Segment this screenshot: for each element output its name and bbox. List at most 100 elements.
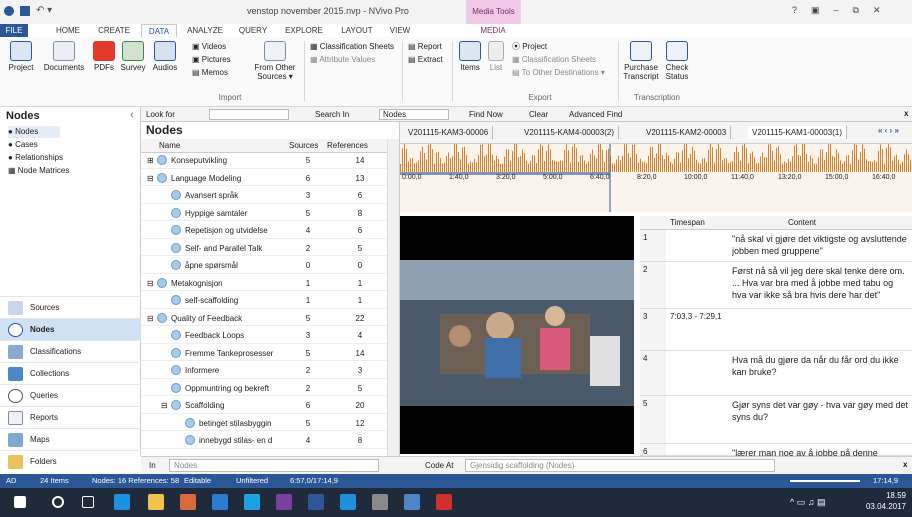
- collapse-icon[interactable]: ‹: [130, 109, 134, 121]
- tab-file[interactable]: FILE: [0, 24, 28, 37]
- minimize-icon[interactable]: –: [834, 5, 853, 15]
- close-icon[interactable]: ✕: [873, 5, 895, 15]
- node-row[interactable]: innebygd stilas- en d 4 8: [141, 433, 387, 449]
- code-at-input[interactable]: Gjensidig scaffolding (Nodes): [465, 459, 775, 472]
- nav-folders[interactable]: Folders: [0, 450, 141, 469]
- pdfs-button[interactable]: PDFs: [90, 41, 118, 72]
- tab-explore[interactable]: EXPLORE: [280, 24, 328, 37]
- col-name[interactable]: Name: [159, 141, 180, 150]
- transcript-row[interactable]: 2 Først nå så vil jeg dere skal tenke der…: [640, 262, 912, 309]
- help-icon[interactable]: ?: [792, 5, 811, 15]
- nav-classifications[interactable]: Classifications: [0, 340, 141, 362]
- col-sources[interactable]: Sources: [289, 141, 318, 150]
- nav-item-nodes[interactable]: ● Nodes: [8, 126, 60, 138]
- classification-sheets-button[interactable]: ▦ Classification Sheets: [310, 41, 394, 52]
- expander-icon[interactable]: ⊟: [147, 276, 154, 291]
- node-row[interactable]: ⊟ Scaffolding 6 20: [141, 398, 387, 414]
- transcript-row[interactable]: 3 7:03,3 - 7:29,1: [640, 309, 912, 351]
- extract-button[interactable]: ▤ Extract: [408, 54, 443, 65]
- node-row[interactable]: self-scaffolding 1 1: [141, 293, 387, 309]
- expander-icon[interactable]: ⊞: [147, 153, 154, 168]
- clear-button[interactable]: Clear: [529, 110, 548, 119]
- tab-layout[interactable]: LAYOUT: [335, 24, 379, 37]
- survey-button[interactable]: Survey: [118, 41, 148, 72]
- undo-icon[interactable]: ↶ ▾: [36, 5, 52, 16]
- node-row[interactable]: Hyppige samtaler 5 8: [141, 206, 387, 221]
- waveform[interactable]: 0:00,0 1:40,0 3:20,0 5:00,0 6:40,0 8:20,0 10:0…: [400, 140, 912, 212]
- audios-button[interactable]: Audios: [150, 41, 180, 72]
- to-other-destinations-button[interactable]: ▤ To Other Destinations ▾: [512, 67, 605, 78]
- list-button[interactable]: List: [484, 41, 508, 72]
- task-view-icon[interactable]: [82, 496, 94, 508]
- tab-analyze[interactable]: ANALYZE: [182, 24, 228, 37]
- tab-create[interactable]: CREATE: [94, 24, 134, 37]
- documents-button[interactable]: Documents: [40, 41, 88, 72]
- ribbon-display-icon[interactable]: ▣: [811, 5, 834, 15]
- expander-icon[interactable]: ⊟: [161, 398, 168, 413]
- nav-item-cases[interactable]: ● Cases: [8, 139, 38, 151]
- node-row[interactable]: Avansert språk 3 6: [141, 188, 387, 204]
- project-button[interactable]: Project: [4, 41, 38, 72]
- nav-sources[interactable]: Sources: [0, 296, 141, 318]
- check-status-button[interactable]: Check Status: [662, 41, 692, 81]
- nvivo-taskbar-icon[interactable]: [404, 494, 420, 510]
- node-row[interactable]: Informere 2 3: [141, 363, 387, 379]
- node-row[interactable]: åpne spørsmål 0 0: [141, 258, 387, 274]
- look-for-input[interactable]: [209, 109, 289, 120]
- memos-button[interactable]: ▤ Memos: [192, 67, 228, 78]
- media-tab-4[interactable]: V201115-KAM1-00003(1): [748, 126, 847, 139]
- node-row[interactable]: ⊟ Language Modeling 6 13: [141, 171, 387, 186]
- expander-icon[interactable]: ⊟: [147, 311, 154, 326]
- nav-maps[interactable]: Maps: [0, 428, 141, 450]
- node-row[interactable]: Fremme Tankeprosesser 5 14: [141, 346, 387, 361]
- skype-icon[interactable]: [244, 494, 260, 510]
- tray-icons[interactable]: ^ ▭ ♫ ▤: [790, 497, 825, 508]
- window-controls[interactable]: ?▣–⧉✕: [792, 5, 895, 16]
- nav-queries[interactable]: Queries: [0, 384, 141, 406]
- node-row[interactable]: Self- and Parallel Talk 2 5: [141, 241, 387, 256]
- store-icon[interactable]: [180, 494, 196, 510]
- report-button[interactable]: ▤ Report: [408, 41, 442, 52]
- word-icon[interactable]: [308, 494, 324, 510]
- ie-icon[interactable]: [340, 494, 356, 510]
- attribute-values-button[interactable]: ▦ Attribute Values: [310, 54, 375, 65]
- items-button[interactable]: Items: [456, 41, 484, 72]
- pdf-reader-icon[interactable]: [436, 494, 452, 510]
- close-coding-bar[interactable]: x: [903, 460, 907, 469]
- search-icon[interactable]: [52, 496, 64, 508]
- col-timespan[interactable]: Timespan: [670, 218, 705, 227]
- save-icon[interactable]: [20, 6, 30, 16]
- col-references[interactable]: References: [327, 141, 368, 150]
- purchase-transcript-button[interactable]: Purchase Transcript: [621, 41, 661, 81]
- windows-start-icon[interactable]: [14, 496, 26, 508]
- media-tab-3[interactable]: V201115-KAM2-00003: [642, 126, 732, 139]
- onenote-icon[interactable]: [276, 494, 292, 510]
- in-select[interactable]: Nodes: [169, 459, 379, 472]
- video-player[interactable]: [400, 216, 634, 454]
- from-other-sources-button[interactable]: From Other Sources ▾: [250, 41, 300, 81]
- node-row[interactable]: ⊟ Metakognisjon 1 1: [141, 276, 387, 291]
- export-project-button[interactable]: ⦿ Project: [512, 41, 547, 52]
- node-row[interactable]: Feedback Loops 3 4: [141, 328, 387, 344]
- tab-data[interactable]: DATA: [141, 24, 177, 37]
- find-now-button[interactable]: Find Now: [469, 110, 503, 119]
- nav-item-relationships[interactable]: ● Relationships: [8, 152, 63, 164]
- transcript-row[interactable]: 6 "lærer man noe av å jobbe på denne: [640, 444, 912, 456]
- restore-icon[interactable]: ⧉: [853, 5, 873, 15]
- tab-media[interactable]: MEDIA: [472, 24, 514, 37]
- expander-icon[interactable]: ⊟: [147, 171, 154, 186]
- videos-button[interactable]: ▣ Videos: [192, 41, 226, 52]
- transcript-row[interactable]: 5 Gjør syns det var gøy - hva var gøy med…: [640, 396, 912, 444]
- tab-scroll-icon[interactable]: « ‹ › »: [878, 126, 899, 135]
- media-tab-1[interactable]: V201115-KAM3-00006: [404, 126, 494, 139]
- tab-view[interactable]: VIEW: [384, 24, 416, 37]
- node-row[interactable]: betinget stilasbyggin 5 12: [141, 416, 387, 431]
- nav-nodes[interactable]: Nodes: [0, 318, 141, 340]
- node-row[interactable]: Repetisjon og utvidelse 4 6: [141, 223, 387, 239]
- outlook-icon[interactable]: [212, 494, 228, 510]
- list-scrollbar[interactable]: [387, 139, 399, 456]
- search-in-button[interactable]: Search In: [315, 110, 349, 119]
- nav-collections[interactable]: Collections: [0, 362, 141, 384]
- explorer-icon[interactable]: [148, 494, 164, 510]
- node-row[interactable]: Oppmuntring og bekreft 2 5: [141, 381, 387, 396]
